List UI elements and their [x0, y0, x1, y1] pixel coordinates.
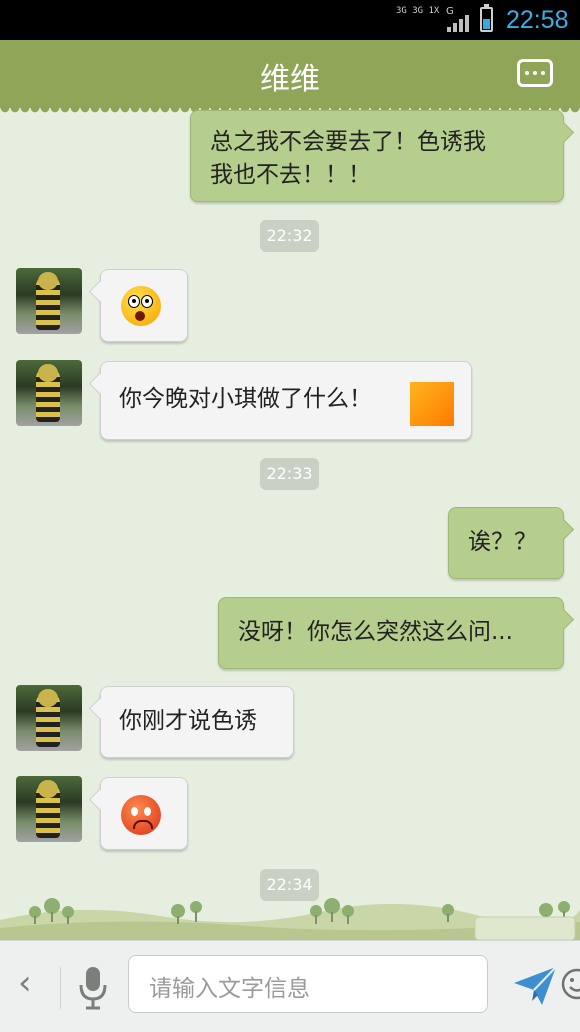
- message-text: 诶？？: [468, 529, 537, 555]
- message-bubble-outgoing[interactable]: 诶？？: [448, 507, 564, 579]
- message-input-placeholder: 请输入文字信息: [149, 976, 310, 1002]
- send-icon[interactable]: [512, 963, 558, 1009]
- message-bubble-incoming[interactable]: [100, 269, 188, 342]
- microphone-icon[interactable]: [78, 963, 108, 1011]
- message-text: 没呀！你怎么突然这么问...: [238, 619, 513, 645]
- chat-title: 维维: [260, 62, 320, 97]
- input-bar: ‹ 请输入文字信息: [0, 940, 580, 1032]
- avatar[interactable]: [16, 776, 82, 842]
- sad-emoji-icon: [121, 795, 161, 835]
- battery-icon: [480, 4, 493, 32]
- surprised-emoji-icon: [121, 286, 161, 326]
- status-bar: 3G 3G 1X G 22:58: [0, 0, 580, 40]
- message-bubble-incoming[interactable]: 你今晚对小琪做了什么！: [100, 361, 472, 440]
- message-list[interactable]: 总之我不会要去了！色诱我 我也不去！！！ 22:32 你今晚对小琪做了什么！ 2…: [0, 108, 580, 940]
- message-text: 总之我不会要去了！色诱我 我也不去！！！: [210, 129, 486, 188]
- timestamp: 22:33: [260, 458, 319, 490]
- message-bubble-outgoing[interactable]: 总之我不会要去了！色诱我 我也不去！！！: [190, 110, 564, 202]
- more-options-button[interactable]: [517, 59, 553, 87]
- timestamp: 22:32: [260, 220, 319, 252]
- more-dots-icon: [525, 71, 529, 75]
- divider: [60, 967, 61, 1009]
- chat-header: 维维: [0, 40, 580, 114]
- network-type: 3G 3G 1X: [396, 6, 440, 16]
- message-text: 你刚才说色诱: [119, 708, 257, 734]
- message-bubble-incoming[interactable]: 你刚才说色诱: [100, 686, 294, 758]
- smiley-icon[interactable]: [561, 968, 580, 1000]
- message-text: 你今晚对小琪做了什么！: [119, 386, 372, 412]
- message-input[interactable]: 请输入文字信息: [128, 955, 580, 1013]
- message-bubble-outgoing[interactable]: 没呀！你怎么突然这么问...: [218, 597, 564, 669]
- hills-decoration: [0, 898, 580, 940]
- signal-icon: [447, 14, 469, 32]
- avatar[interactable]: [16, 268, 82, 334]
- status-time: 22:58: [506, 6, 569, 34]
- avatar[interactable]: [16, 685, 82, 751]
- avatar[interactable]: [16, 360, 82, 426]
- chevron-left-icon[interactable]: ‹: [18, 963, 32, 1003]
- message-bubble-incoming[interactable]: [100, 777, 188, 850]
